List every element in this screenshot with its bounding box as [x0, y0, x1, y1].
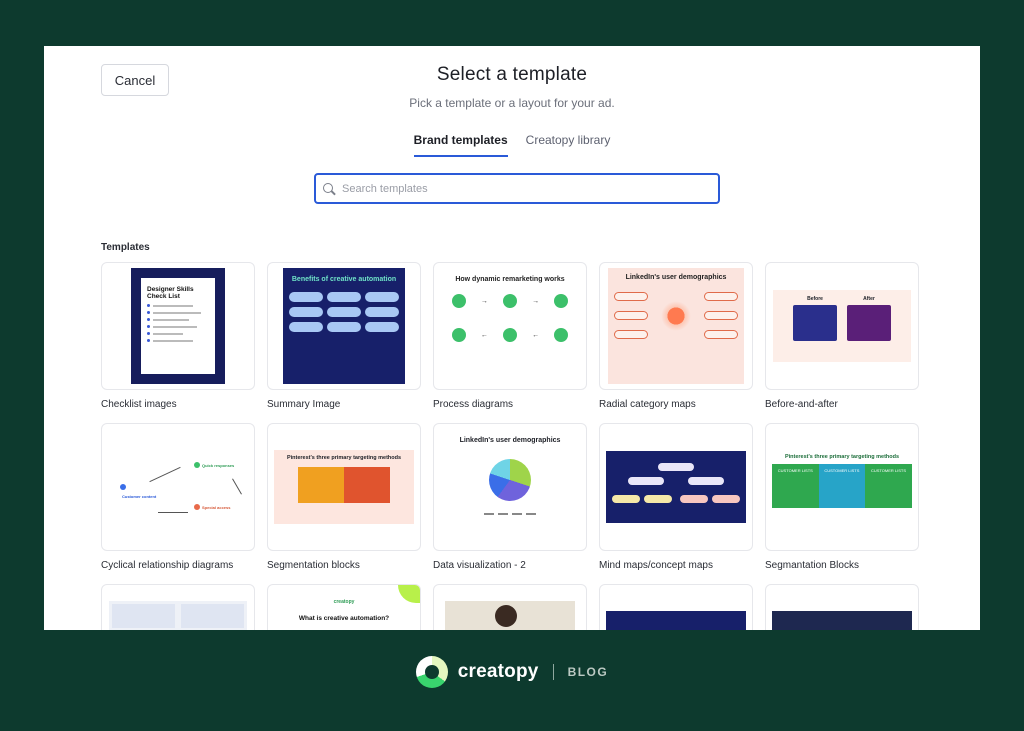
dialog-title: Select a template [436, 64, 588, 85]
template-card-row3-1[interactable] [101, 584, 255, 630]
template-card-before-after[interactable]: Before After Before-and-after [765, 262, 919, 410]
segmentation-green-artwork: Pinterest's three primary targeting meth… [772, 451, 912, 523]
template-thumbnail[interactable]: Pinterest's three primary targeting meth… [267, 423, 421, 551]
brand-name: creatopy [457, 661, 539, 682]
thumb-title: What is creative automation? [298, 615, 390, 622]
radial-artwork: LinkedIn's user demographics [608, 268, 744, 384]
template-card-mind-maps[interactable]: Mind maps/concept maps [599, 423, 753, 571]
template-card-cyclical[interactable]: Quick responses Customer content Special… [101, 423, 255, 571]
thumb-text-c: Special access [202, 505, 231, 510]
segmentation-artwork: Pinterest's three primary targeting meth… [274, 450, 414, 524]
pie-chart-graphic [489, 459, 531, 502]
template-card-summary[interactable]: Benefits of creative automation Summary … [267, 262, 421, 410]
before-after-artwork: Before After [773, 290, 911, 362]
template-dialog: Cancel Select a template Pick a template… [44, 46, 980, 630]
template-label: Segmentation blocks [267, 560, 360, 571]
search-icon [322, 182, 336, 196]
thumb-cell: CUSTOMER LISTS [818, 464, 866, 509]
tab-creatopy-library[interactable]: Creatopy library [526, 130, 611, 157]
template-label: Radial category maps [599, 399, 696, 410]
template-label: Data visualization - 2 [433, 560, 526, 571]
dark-photo-artwork [772, 611, 912, 630]
template-label: Before-and-after [765, 399, 838, 410]
template-thumbnail[interactable]: Designer Skills Check List [101, 262, 255, 390]
cyclical-artwork: Quick responses Customer content Special… [108, 442, 248, 532]
dialog-subtitle: Pick a template or a layout for your ad. [409, 96, 615, 110]
template-card-row3-2[interactable]: creatopy What is creative automation? [267, 584, 421, 630]
template-thumbnail[interactable]: Quick responses Customer content Special… [101, 423, 255, 551]
photo-artwork [445, 601, 575, 630]
template-label: Process diagrams [433, 399, 514, 410]
template-thumbnail[interactable]: LinkedIn's user demographics [433, 423, 587, 551]
brand-divider [552, 664, 554, 680]
summary-artwork: Benefits of creative automation [283, 268, 405, 384]
thumb-title: Designer Skills Check List [147, 286, 194, 301]
template-label: Cyclical relationship diagrams [101, 560, 234, 571]
thumb-text-b: Customer content [122, 494, 157, 499]
template-card-segmentation[interactable]: Pinterest's three primary targeting meth… [267, 423, 421, 571]
thumb-title: LinkedIn's user demographics [625, 274, 727, 281]
screens-artwork [109, 601, 247, 630]
navy-banner-artwork [606, 611, 746, 630]
template-thumbnail[interactable] [599, 584, 753, 630]
template-label: Checklist images [101, 399, 177, 410]
row3-brand: creatopy [333, 599, 355, 605]
thumb-title: LinkedIn's user demographics [459, 437, 561, 444]
tab-brand-templates[interactable]: Brand templates [413, 130, 508, 157]
template-card-data-viz[interactable]: LinkedIn's user demographics Data visual… [433, 423, 587, 571]
thumb-title: Benefits of creative automation [291, 276, 397, 283]
template-thumbnail[interactable] [599, 423, 753, 551]
template-thumbnail[interactable]: Pinterest's three primary targeting meth… [765, 423, 919, 551]
thumb-after-label: After [863, 296, 875, 302]
thumb-text-a: Quick responses [202, 463, 235, 468]
template-card-segmentation-green[interactable]: Pinterest's three primary targeting meth… [765, 423, 919, 571]
thumb-cell: CUSTOMER LISTS [772, 464, 819, 509]
creative-automation-artwork: creatopy What is creative automation? [274, 599, 414, 622]
template-card-row3-5[interactable] [765, 584, 919, 630]
template-card-radial[interactable]: LinkedIn's user demographics Radial cate… [599, 262, 753, 410]
search-input[interactable] [342, 182, 702, 195]
brand-footer: creatopy BLOG [0, 656, 1024, 688]
template-thumbnail[interactable]: creatopy What is creative automation? [267, 584, 421, 630]
thumb-title: Pinterest's three primary targeting meth… [286, 455, 402, 461]
template-label: Mind maps/concept maps [599, 560, 713, 571]
thumb-title: Pinterest's three primary targeting meth… [784, 454, 900, 460]
template-thumbnail[interactable]: Before After [765, 262, 919, 390]
template-label: Segmantation Blocks [765, 560, 859, 571]
template-card-process[interactable]: How dynamic remarketing works → → ← ← Proc… [433, 262, 587, 410]
template-thumbnail[interactable]: How dynamic remarketing works → → ← ← [433, 262, 587, 390]
data-viz-artwork: LinkedIn's user demographics [442, 431, 578, 543]
template-thumbnail[interactable] [101, 584, 255, 630]
thumb-cell: CUSTOMER LISTS [865, 464, 912, 509]
template-card-row3-3[interactable] [433, 584, 587, 630]
template-thumbnail[interactable]: LinkedIn's user demographics [599, 262, 753, 390]
checklist-artwork: Designer Skills Check List [131, 268, 225, 384]
thumb-before-label: Before [807, 296, 823, 302]
creatopy-logo-icon [415, 656, 448, 688]
template-thumbnail[interactable] [765, 584, 919, 630]
template-thumbnail[interactable]: Benefits of creative automation [267, 262, 421, 390]
template-label: Summary Image [267, 399, 341, 410]
brand-section: BLOG [567, 665, 609, 679]
template-thumbnail[interactable] [433, 584, 587, 630]
template-card-checklist[interactable]: Designer Skills Check List Checklist ima… [101, 262, 255, 410]
template-card-row3-4[interactable] [599, 584, 753, 630]
process-artwork: How dynamic remarketing works → → ← ← [440, 270, 580, 382]
search-box[interactable] [314, 173, 720, 204]
tab-bar: Brand templates Creatopy library [44, 130, 980, 157]
mind-map-artwork [606, 451, 746, 523]
section-label: Templates [101, 242, 150, 253]
thumb-title: How dynamic remarketing works [455, 276, 565, 283]
